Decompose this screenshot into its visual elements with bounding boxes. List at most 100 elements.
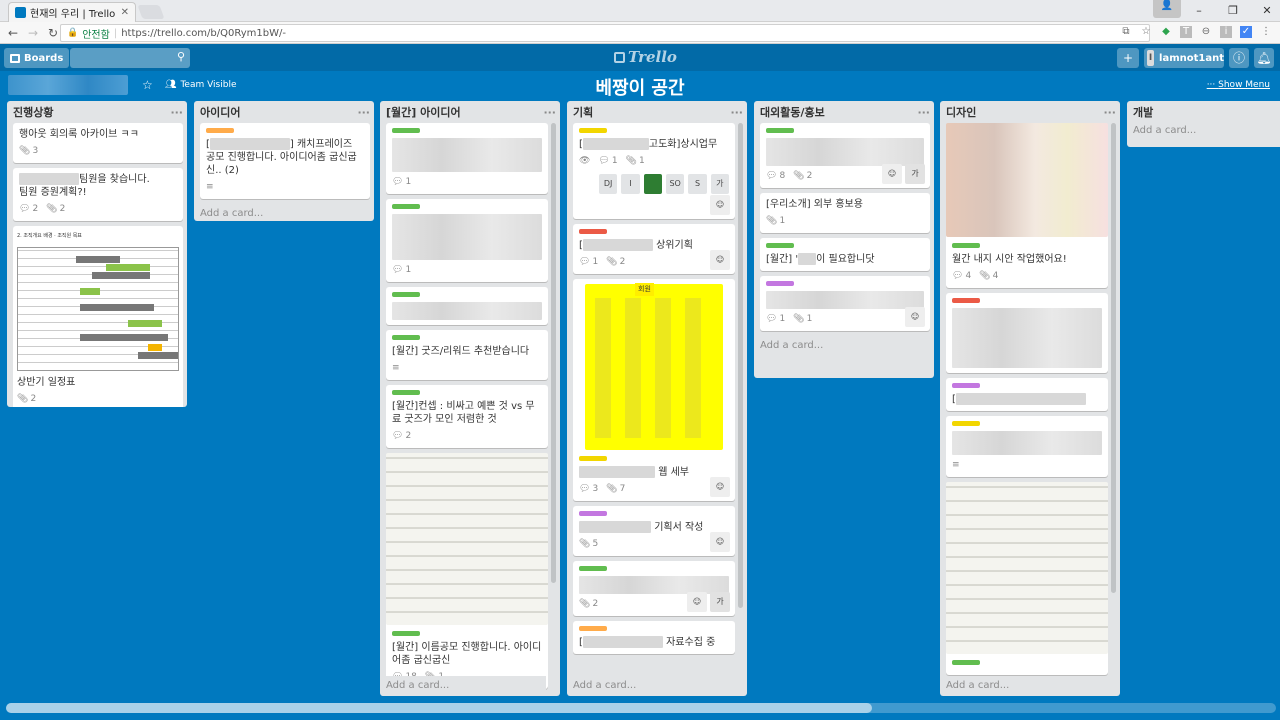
- card[interactable]: [월간]컨셉 : 비싸고 예쁜 것 vs 무료 굿즈가 모인 저렴한 것 💬︎ 2: [386, 385, 548, 448]
- list-menu-icon[interactable]: ···: [357, 106, 370, 119]
- info-extension-icon[interactable]: i: [1220, 26, 1232, 38]
- list-menu-icon[interactable]: ···: [170, 106, 183, 119]
- list-scrollbar[interactable]: [738, 123, 743, 608]
- bookmark-star-icon[interactable]: ☆: [1140, 26, 1152, 38]
- list-header[interactable]: 아이디어 ···: [200, 101, 370, 123]
- member-avatar[interactable]: ☺: [710, 195, 730, 215]
- member-avatar[interactable]: ☺: [710, 532, 730, 552]
- close-tab-icon[interactable]: ✕: [121, 7, 129, 18]
- restore-icon[interactable]: ❐: [1216, 2, 1250, 20]
- t-extension-icon[interactable]: T: [1180, 26, 1192, 38]
- list-menu-icon[interactable]: ···: [543, 106, 556, 119]
- list-scrollbar[interactable]: [1111, 123, 1116, 593]
- add-card-button[interactable]: Add a card...: [386, 676, 546, 696]
- new-tab-button[interactable]: [137, 5, 165, 19]
- list-header[interactable]: 디자인 ···: [946, 101, 1116, 123]
- list-header[interactable]: 대외활동/홍보 ···: [760, 101, 930, 123]
- browser-profile-icon[interactable]: 👤: [1153, 0, 1181, 18]
- card[interactable]: 기획서 작성 📎︎ 5 ☺: [573, 506, 735, 556]
- card[interactable]: 💬︎ 1 📎︎ 1 ☺: [760, 276, 930, 331]
- add-card-button[interactable]: Add a card...: [946, 676, 1106, 696]
- add-card-button[interactable]: Add a card...: [760, 336, 930, 358]
- list-menu-icon[interactable]: ···: [1103, 106, 1116, 119]
- card[interactable]: ≡: [946, 416, 1108, 477]
- back-icon[interactable]: ←: [6, 26, 20, 40]
- info-icon[interactable]: ⓘ: [1229, 48, 1249, 68]
- translate-icon[interactable]: ⧉: [1120, 26, 1132, 38]
- card[interactable]: [우리소개] 외부 홍보용 📎︎ 1: [760, 193, 930, 233]
- browser-menu-icon[interactable]: ⋮: [1260, 26, 1272, 38]
- scrollbar-thumb[interactable]: [6, 703, 872, 713]
- member-avatar[interactable]: ☺: [710, 477, 730, 497]
- add-button[interactable]: +: [1117, 48, 1139, 68]
- card[interactable]: 💬︎ 8 📎︎ 2 ☺ 가: [760, 123, 930, 188]
- member-chip[interactable]: SO: [665, 174, 685, 194]
- list-header[interactable]: [월간] 아이디어 ···: [386, 101, 556, 123]
- card[interactable]: 행아웃 회의록 아카이브 ㅋㅋ 📎︎ 3: [13, 123, 183, 163]
- show-menu-link[interactable]: ··· Show Menu: [1207, 80, 1270, 90]
- star-icon[interactable]: ☆: [142, 78, 153, 92]
- search-icon[interactable]: ⚲: [177, 50, 185, 63]
- member-avatar[interactable]: ☺: [687, 592, 707, 612]
- address-bar[interactable]: 🔒 안전함 | https://trello.com/b/Q0Rym1bW/-: [60, 24, 1150, 42]
- list-menu-icon[interactable]: ···: [730, 106, 743, 119]
- member-avatar[interactable]: [643, 174, 662, 194]
- member-avatar[interactable]: ☺: [905, 307, 925, 327]
- forward-icon[interactable]: →: [26, 26, 40, 40]
- notifications-bell-icon[interactable]: 🔔︎: [1254, 48, 1274, 68]
- card[interactable]: [월간] 굿즈/리워드 추천받습니다 ≡: [386, 330, 548, 380]
- list-title[interactable]: 기획: [573, 104, 593, 120]
- board-horizontal-scrollbar[interactable]: [6, 703, 1276, 713]
- shield-extension-icon[interactable]: ◆: [1160, 26, 1172, 38]
- member-chip[interactable]: 가: [905, 164, 925, 184]
- member-chip[interactable]: 가: [710, 592, 730, 612]
- card[interactable]: 💬︎ 1: [386, 123, 548, 194]
- member-chip[interactable]: I: [621, 174, 640, 194]
- card[interactable]: [946, 482, 1108, 675]
- boards-button[interactable]: Boards: [4, 48, 70, 68]
- card[interactable]: 2. 조직개요 배경 · 조직원 목표 상반기 일정표 📎︎ 2: [13, 226, 183, 407]
- card[interactable]: [946, 293, 1108, 373]
- close-window-icon[interactable]: ✕: [1250, 2, 1280, 20]
- pocket-extension-icon[interactable]: ⊖: [1200, 26, 1212, 38]
- browser-tab[interactable]: 현재의 우리 | Trello ✕: [8, 2, 136, 22]
- user-menu-button[interactable]: I lamnot1ant: [1144, 48, 1224, 68]
- card[interactable]: [월간] 이름공모 진행합니다. 아이디어좀 굽신굽신 💬︎18 📎︎1: [386, 453, 548, 689]
- card[interactable]: [386, 287, 548, 325]
- member-avatar[interactable]: ☺: [710, 250, 730, 270]
- card[interactable]: [: [946, 378, 1108, 411]
- list-title[interactable]: 대외활동/홍보: [760, 104, 825, 120]
- card[interactable]: [월간] ' 이 필요합니닷: [760, 238, 930, 271]
- list-title[interactable]: 아이디어: [200, 104, 240, 120]
- add-card-button[interactable]: Add a card...: [200, 204, 370, 221]
- card[interactable]: 회원 웹 세부 💬︎ 3 📎︎ 7 ☺: [573, 279, 735, 501]
- add-card-button[interactable]: Add a card...: [573, 676, 733, 696]
- card[interactable]: 팀원을 찾습니다. 팀원 증원계획?! 💬︎ 2 📎︎ 2: [13, 168, 183, 221]
- list-header[interactable]: 개발: [1133, 101, 1280, 123]
- search-input[interactable]: ⚲: [70, 48, 190, 68]
- team-visibility-button[interactable]: 👥︎ Team Visible: [165, 80, 237, 90]
- card[interactable]: [ 자료수집 중: [573, 621, 735, 654]
- list-title[interactable]: [월간] 아이디어: [386, 104, 461, 120]
- list-scrollbar[interactable]: [551, 123, 556, 583]
- member-chip[interactable]: S: [688, 174, 707, 194]
- check-extension-icon[interactable]: ✓: [1240, 26, 1252, 38]
- add-card-button[interactable]: Add a card...: [1133, 123, 1280, 145]
- list-header[interactable]: 진행상황 ···: [13, 101, 183, 123]
- card[interactable]: 💬︎ 1: [386, 199, 548, 282]
- card[interactable]: 📎︎ 2 ☺ 가: [573, 561, 735, 616]
- card[interactable]: 월간 내지 시안 작업했어요! 💬︎ 4 📎︎ 4: [946, 123, 1108, 288]
- card[interactable]: [ 상위기획 💬︎ 1 📎︎ 2 ☺: [573, 224, 735, 274]
- member-chip[interactable]: DJ: [599, 174, 618, 194]
- team-name-blurred[interactable]: [8, 75, 128, 95]
- trello-logo[interactable]: Trello: [614, 48, 677, 66]
- list-menu-icon[interactable]: ···: [917, 106, 930, 119]
- card[interactable]: [] 캐치프레이즈 공모 진행합니다. 아이디어좀 굽신굽신.. (2) ≡: [200, 123, 370, 199]
- member-avatar[interactable]: ☺: [882, 164, 902, 184]
- list-header[interactable]: 기획 ···: [573, 101, 743, 123]
- member-chip[interactable]: 가: [710, 174, 729, 194]
- list-title[interactable]: 디자인: [946, 104, 976, 120]
- minimize-icon[interactable]: –: [1182, 2, 1216, 20]
- list-title[interactable]: 개발: [1133, 104, 1153, 120]
- reload-icon[interactable]: ↻: [46, 26, 60, 40]
